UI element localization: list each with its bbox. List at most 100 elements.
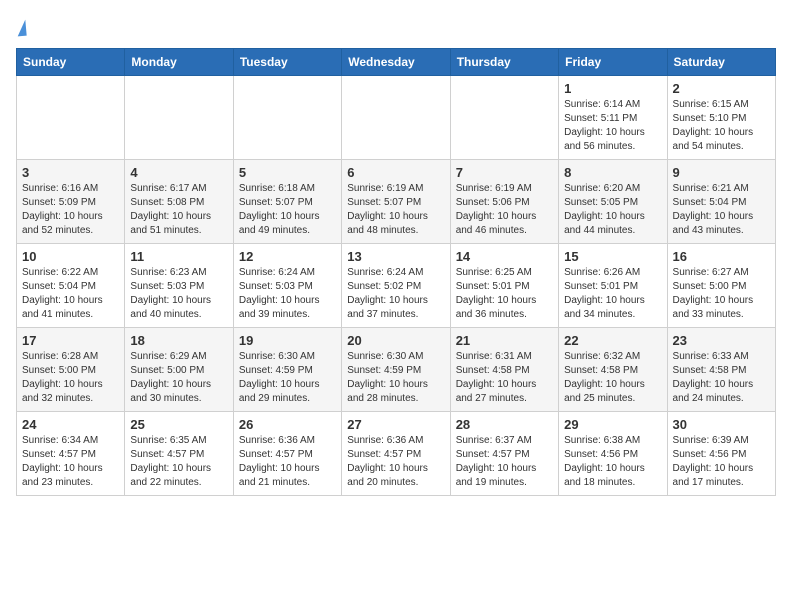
calendar-cell: 5Sunrise: 6:18 AM Sunset: 5:07 PM Daylig…	[233, 160, 341, 244]
day-number: 23	[673, 333, 770, 348]
day-number: 20	[347, 333, 444, 348]
calendar-cell	[233, 76, 341, 160]
day-info: Sunrise: 6:38 AM Sunset: 4:56 PM Dayligh…	[564, 434, 661, 490]
day-number: 24	[22, 417, 119, 432]
calendar-day-header: Monday	[125, 49, 233, 76]
day-info: Sunrise: 6:35 AM Sunset: 4:57 PM Dayligh…	[130, 434, 227, 490]
day-number: 4	[130, 165, 227, 180]
day-number: 2	[673, 81, 770, 96]
calendar-cell: 27 Sunrise: 6:36 AM Sunset: 4:57 PM Dayli…	[342, 412, 450, 496]
calendar-table: SundayMondayTuesdayWednesdayThursdayFrid…	[16, 48, 776, 496]
calendar-cell: 23 Sunrise: 6:33 AM Sunset: 4:58 PM Dayli…	[667, 328, 775, 412]
calendar-cell: 30 Sunrise: 6:39 AM Sunset: 4:56 PM Dayli…	[667, 412, 775, 496]
day-info: Sunrise: 6:22 AM Sunset: 5:04 PM Dayligh…	[22, 266, 119, 322]
day-number: 30	[673, 417, 770, 432]
calendar-day-header: Saturday	[667, 49, 775, 76]
day-number: 1	[564, 81, 661, 96]
calendar-cell: 1 Sunrise: 6:14 AM Sunset: 5:11 PM Daylig…	[559, 76, 667, 160]
day-number: 21	[456, 333, 553, 348]
calendar-cell: 25 Sunrise: 6:35 AM Sunset: 4:57 PM Dayli…	[125, 412, 233, 496]
calendar-day-header: Tuesday	[233, 49, 341, 76]
day-info: Sunrise: 6:33 AM Sunset: 4:58 PM Dayligh…	[673, 350, 770, 406]
day-number: 12	[239, 249, 336, 264]
calendar-day-header: Thursday	[450, 49, 558, 76]
day-number: 9	[673, 165, 770, 180]
calendar-week-row: 10 Sunrise: 6:22 AM Sunset: 5:04 PM Dayli…	[17, 244, 776, 328]
calendar-cell	[450, 76, 558, 160]
day-number: 17	[22, 333, 119, 348]
day-info: Sunrise: 6:34 AM Sunset: 4:57 PM Dayligh…	[22, 434, 119, 490]
calendar-cell: 24 Sunrise: 6:34 AM Sunset: 4:57 PM Dayli…	[17, 412, 125, 496]
calendar-cell: 21 Sunrise: 6:31 AM Sunset: 4:58 PM Dayli…	[450, 328, 558, 412]
day-info: Sunrise: 6:39 AM Sunset: 4:56 PM Dayligh…	[673, 434, 770, 490]
day-number: 6	[347, 165, 444, 180]
day-number: 15	[564, 249, 661, 264]
day-number: 10	[22, 249, 119, 264]
calendar-week-row: 24 Sunrise: 6:34 AM Sunset: 4:57 PM Dayli…	[17, 412, 776, 496]
calendar-body: 1 Sunrise: 6:14 AM Sunset: 5:11 PM Daylig…	[17, 76, 776, 496]
calendar-cell: 13 Sunrise: 6:24 AM Sunset: 5:02 PM Dayli…	[342, 244, 450, 328]
day-number: 5	[239, 165, 336, 180]
day-info: Sunrise: 6:25 AM Sunset: 5:01 PM Dayligh…	[456, 266, 553, 322]
calendar-cell: 20Sunrise: 6:30 AM Sunset: 4:59 PM Dayli…	[342, 328, 450, 412]
calendar-day-header: Friday	[559, 49, 667, 76]
day-info: Sunrise: 6:24 AM Sunset: 5:03 PM Dayligh…	[239, 266, 336, 322]
day-info: Sunrise: 6:32 AM Sunset: 4:58 PM Dayligh…	[564, 350, 661, 406]
calendar-cell	[17, 76, 125, 160]
day-number: 13	[347, 249, 444, 264]
calendar-cell: 19Sunrise: 6:30 AM Sunset: 4:59 PM Dayli…	[233, 328, 341, 412]
calendar-cell	[125, 76, 233, 160]
day-number: 29	[564, 417, 661, 432]
logo	[16, 16, 26, 38]
calendar-day-header: Sunday	[17, 49, 125, 76]
day-info: Sunrise: 6:17 AM Sunset: 5:08 PM Dayligh…	[130, 182, 227, 238]
calendar-cell: 10 Sunrise: 6:22 AM Sunset: 5:04 PM Dayli…	[17, 244, 125, 328]
day-number: 22	[564, 333, 661, 348]
day-info: Sunrise: 6:15 AM Sunset: 5:10 PM Dayligh…	[673, 98, 770, 154]
day-info: Sunrise: 6:36 AM Sunset: 4:57 PM Dayligh…	[239, 434, 336, 490]
calendar-cell: 26 Sunrise: 6:36 AM Sunset: 4:57 PM Dayli…	[233, 412, 341, 496]
day-number: 3	[22, 165, 119, 180]
calendar-cell: 14 Sunrise: 6:25 AM Sunset: 5:01 PM Dayli…	[450, 244, 558, 328]
calendar-cell: 6 Sunrise: 6:19 AM Sunset: 5:07 PM Daylig…	[342, 160, 450, 244]
day-info: Sunrise: 6:24 AM Sunset: 5:02 PM Dayligh…	[347, 266, 444, 322]
calendar-cell: 28 Sunrise: 6:37 AM Sunset: 4:57 PM Dayli…	[450, 412, 558, 496]
day-number: 8	[564, 165, 661, 180]
day-info: Sunrise: 6:27 AM Sunset: 5:00 PM Dayligh…	[673, 266, 770, 322]
calendar-cell: 3 Sunrise: 6:16 AM Sunset: 5:09 PM Daylig…	[17, 160, 125, 244]
day-number: 26	[239, 417, 336, 432]
calendar-cell: 17Sunrise: 6:28 AM Sunset: 5:00 PM Dayli…	[17, 328, 125, 412]
day-info: Sunrise: 6:30 AM Sunset: 4:59 PM Dayligh…	[239, 350, 336, 406]
day-info: Sunrise: 6:21 AM Sunset: 5:04 PM Dayligh…	[673, 182, 770, 238]
calendar-cell: 11 Sunrise: 6:23 AM Sunset: 5:03 PM Dayli…	[125, 244, 233, 328]
calendar-cell: 22 Sunrise: 6:32 AM Sunset: 4:58 PM Dayli…	[559, 328, 667, 412]
calendar-day-header: Wednesday	[342, 49, 450, 76]
day-info: Sunrise: 6:36 AM Sunset: 4:57 PM Dayligh…	[347, 434, 444, 490]
day-info: Sunrise: 6:16 AM Sunset: 5:09 PM Dayligh…	[22, 182, 119, 238]
day-number: 7	[456, 165, 553, 180]
calendar-cell	[342, 76, 450, 160]
day-number: 25	[130, 417, 227, 432]
calendar-cell: 18Sunrise: 6:29 AM Sunset: 5:00 PM Dayli…	[125, 328, 233, 412]
day-info: Sunrise: 6:20 AM Sunset: 5:05 PM Dayligh…	[564, 182, 661, 238]
calendar-header: SundayMondayTuesdayWednesdayThursdayFrid…	[17, 49, 776, 76]
calendar-cell: 2 Sunrise: 6:15 AM Sunset: 5:10 PM Daylig…	[667, 76, 775, 160]
calendar-week-row: 17Sunrise: 6:28 AM Sunset: 5:00 PM Dayli…	[17, 328, 776, 412]
day-number: 11	[130, 249, 227, 264]
day-info: Sunrise: 6:19 AM Sunset: 5:07 PM Dayligh…	[347, 182, 444, 238]
calendar-cell: 8 Sunrise: 6:20 AM Sunset: 5:05 PM Daylig…	[559, 160, 667, 244]
calendar-cell: 15Sunrise: 6:26 AM Sunset: 5:01 PM Dayli…	[559, 244, 667, 328]
calendar-cell: 12 Sunrise: 6:24 AM Sunset: 5:03 PM Dayli…	[233, 244, 341, 328]
day-number: 14	[456, 249, 553, 264]
day-info: Sunrise: 6:31 AM Sunset: 4:58 PM Dayligh…	[456, 350, 553, 406]
calendar-cell: 4 Sunrise: 6:17 AM Sunset: 5:08 PM Daylig…	[125, 160, 233, 244]
day-number: 28	[456, 417, 553, 432]
day-info: Sunrise: 6:14 AM Sunset: 5:11 PM Dayligh…	[564, 98, 661, 154]
day-info: Sunrise: 6:37 AM Sunset: 4:57 PM Dayligh…	[456, 434, 553, 490]
calendar-week-row: 1 Sunrise: 6:14 AM Sunset: 5:11 PM Daylig…	[17, 76, 776, 160]
page-header	[16, 16, 776, 38]
day-number: 18	[130, 333, 227, 348]
day-number: 16	[673, 249, 770, 264]
day-info: Sunrise: 6:23 AM Sunset: 5:03 PM Dayligh…	[130, 266, 227, 322]
day-number: 27	[347, 417, 444, 432]
